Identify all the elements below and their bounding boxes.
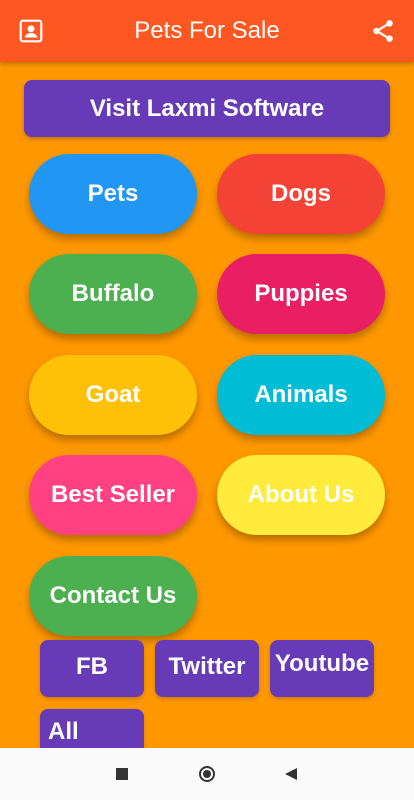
best-seller-button[interactable]: Best Seller [29, 455, 197, 535]
buffalo-button[interactable]: Buffalo [29, 254, 197, 334]
page-title: Pets For Sale [134, 17, 280, 44]
contact-us-button[interactable]: Contact Us [29, 556, 197, 636]
puppies-button[interactable]: Puppies [217, 254, 385, 334]
recent-apps-icon[interactable] [116, 768, 128, 780]
goat-button[interactable]: Goat [29, 355, 197, 435]
youtube-button-label: Youtube [274, 650, 370, 677]
fb-button-label: FB [76, 653, 108, 680]
share-icon[interactable] [370, 18, 396, 44]
youtube-button[interactable]: Youtube [270, 640, 374, 697]
all-button[interactable]: All [40, 709, 144, 748]
dogs-button[interactable]: Dogs [217, 154, 385, 234]
twitter-button-label: Twitter [168, 653, 246, 680]
app-bar: Pets For Sale [0, 0, 414, 62]
back-icon[interactable] [285, 768, 297, 780]
pets-button[interactable]: Pets [29, 154, 197, 234]
about-us-button[interactable]: About Us [217, 455, 385, 535]
visit-laxmi-software-button[interactable]: Visit Laxmi Software [24, 80, 390, 137]
main-content: Visit Laxmi Software Pets Dogs Buffalo P… [0, 62, 414, 748]
fb-button[interactable]: FB [40, 640, 144, 697]
all-button-label: All [48, 718, 79, 745]
system-nav-bar [0, 748, 414, 800]
home-icon[interactable] [199, 766, 215, 782]
animals-button[interactable]: Animals [217, 355, 385, 435]
twitter-button[interactable]: Twitter [155, 640, 259, 697]
